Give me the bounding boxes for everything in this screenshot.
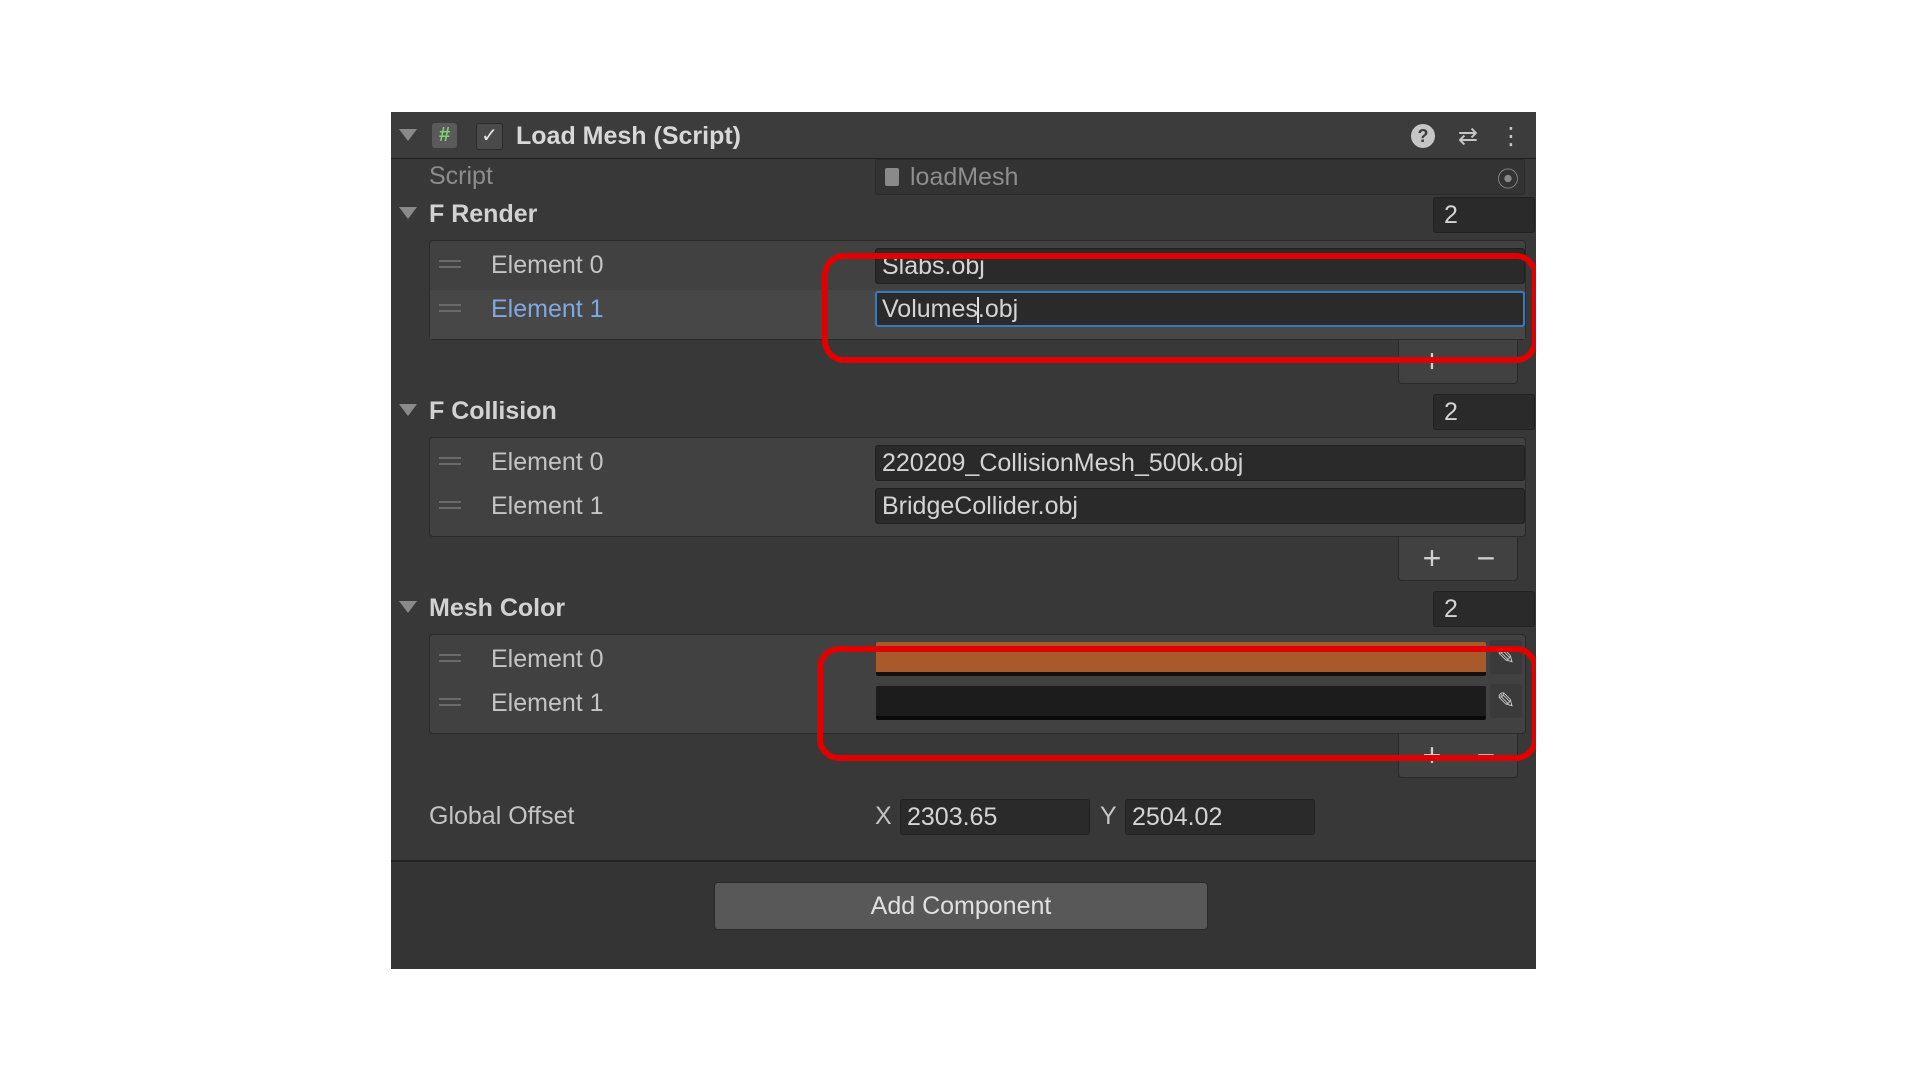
drag-handle-icon[interactable]	[439, 698, 461, 706]
drag-handle-icon[interactable]	[439, 654, 461, 662]
inspector-panel: # ✓ Load Mesh (Script) ? ⇄ ⋮ Script load…	[391, 112, 1536, 969]
preset-settings-icon[interactable]: ⇄	[1454, 122, 1482, 151]
f-collision-label[interactable]: F Collision	[429, 397, 557, 426]
annotation-highlight-box	[817, 646, 1536, 761]
mesh-color-element-0-label: Element 0	[491, 645, 604, 673]
f-collision-add-remove: + −	[1398, 537, 1518, 581]
f-render-element-1-label: Element 1	[491, 295, 604, 323]
component-foldout-icon[interactable]	[399, 129, 417, 141]
f-collision-element-1-field[interactable]: BridgeCollider.obj	[875, 488, 1525, 524]
f-render-foldout-icon[interactable]	[399, 207, 417, 219]
script-label: Script	[429, 162, 493, 190]
add-element-button[interactable]: +	[1412, 541, 1452, 575]
component-title: Load Mesh (Script)	[516, 122, 742, 150]
help-icon[interactable]: ?	[1411, 124, 1435, 148]
script-file-icon	[885, 168, 899, 186]
mesh-color-size-field[interactable]: 2	[1433, 591, 1535, 627]
annotation-highlight-box	[822, 253, 1536, 363]
add-component-button[interactable]: Add Component	[714, 882, 1208, 930]
f-render-label[interactable]: F Render	[429, 200, 537, 229]
script-value: loadMesh	[910, 163, 1019, 191]
drag-handle-icon[interactable]	[439, 304, 461, 312]
f-collision-element-0-field[interactable]: 220209_CollisionMesh_500k.obj	[875, 445, 1525, 481]
drag-handle-icon[interactable]	[439, 501, 461, 509]
f-collision-element-0-label: Element 0	[491, 448, 604, 476]
remove-element-button[interactable]: −	[1466, 541, 1506, 575]
script-object-field[interactable]: loadMesh	[875, 159, 1525, 195]
mesh-color-element-1-label: Element 1	[491, 689, 604, 717]
script-icon: #	[432, 123, 457, 148]
component-enabled-checkbox[interactable]: ✓	[476, 123, 503, 150]
global-offset-y-label[interactable]: Y	[1100, 802, 1117, 831]
f-render-element-0-label: Element 0	[491, 251, 604, 279]
global-offset-y-field[interactable]: 2504.02	[1125, 799, 1315, 835]
global-offset-label: Global Offset	[429, 802, 575, 830]
drag-handle-icon[interactable]	[439, 457, 461, 465]
global-offset-x-label[interactable]: X	[875, 802, 892, 831]
f-collision-size-field[interactable]: 2	[1433, 394, 1535, 430]
object-picker-icon[interactable]: ⦿	[1497, 162, 1519, 194]
component-header[interactable]: # ✓ Load Mesh (Script) ? ⇄ ⋮	[391, 112, 1536, 159]
f-render-size-field[interactable]: 2	[1433, 197, 1535, 233]
f-collision-element-1-label: Element 1	[491, 492, 604, 520]
global-offset-x-field[interactable]: 2303.65	[900, 799, 1090, 835]
f-collision-foldout-icon[interactable]	[399, 404, 417, 416]
context-menu-icon[interactable]: ⋮	[1497, 122, 1525, 151]
mesh-color-foldout-icon[interactable]	[399, 601, 417, 613]
mesh-color-label[interactable]: Mesh Color	[429, 594, 565, 623]
drag-handle-icon[interactable]	[439, 260, 461, 268]
